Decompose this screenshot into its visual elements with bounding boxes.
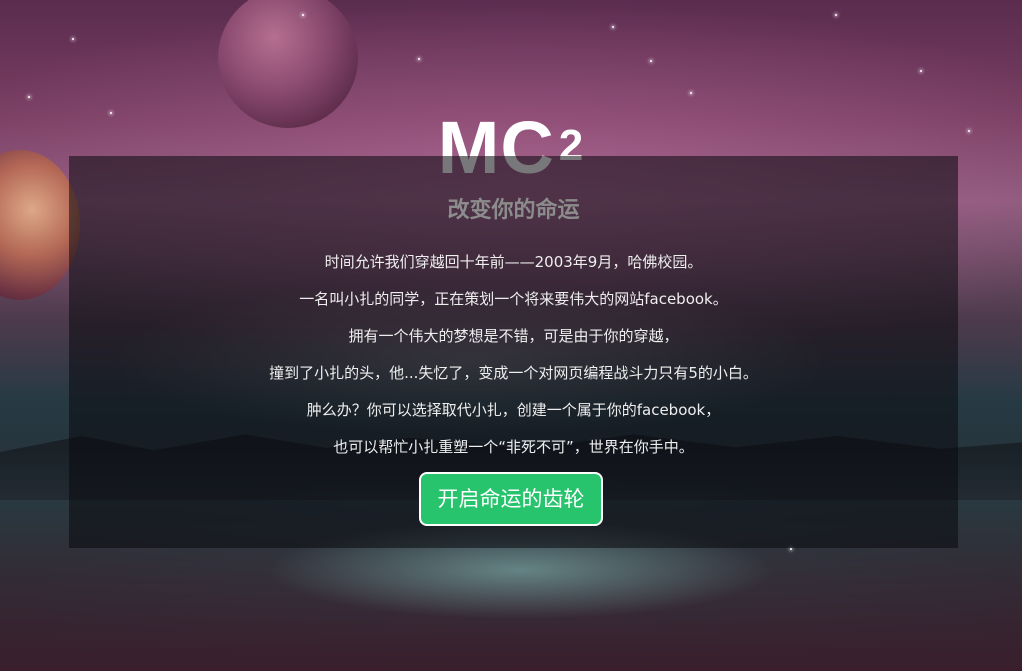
start-destiny-button[interactable]: 开启命运的齿轮 [419,472,603,526]
story-line: 拥有一个伟大的梦想是不错，可是由于你的穿越， [348,327,679,345]
story-text: 时间允许我们穿越回十年前——2003年9月，哈佛校园。 一名叫小扎的同学，正在策… [69,244,958,466]
intro-panel: 改变你的命运 时间允许我们穿越回十年前——2003年9月，哈佛校园。 一名叫小扎… [69,156,958,548]
story-line: 撞到了小扎的头，他...失忆了，变成一个对网页编程战斗力只有5的小白。 [269,364,758,382]
story-line: 肿么办？你可以选择取代小扎，创建一个属于你的facebook， [306,401,721,419]
panel-title: 改变你的命运 [447,198,580,223]
story-line: 也可以帮忙小扎重塑一个“非死不可”，世界在你手中。 [333,438,694,456]
story-line: 一名叫小扎的同学，正在策划一个将来要伟大的网站facebook。 [299,290,728,308]
story-line: 时间允许我们穿越回十年前——2003年9月，哈佛校园。 [324,253,703,271]
